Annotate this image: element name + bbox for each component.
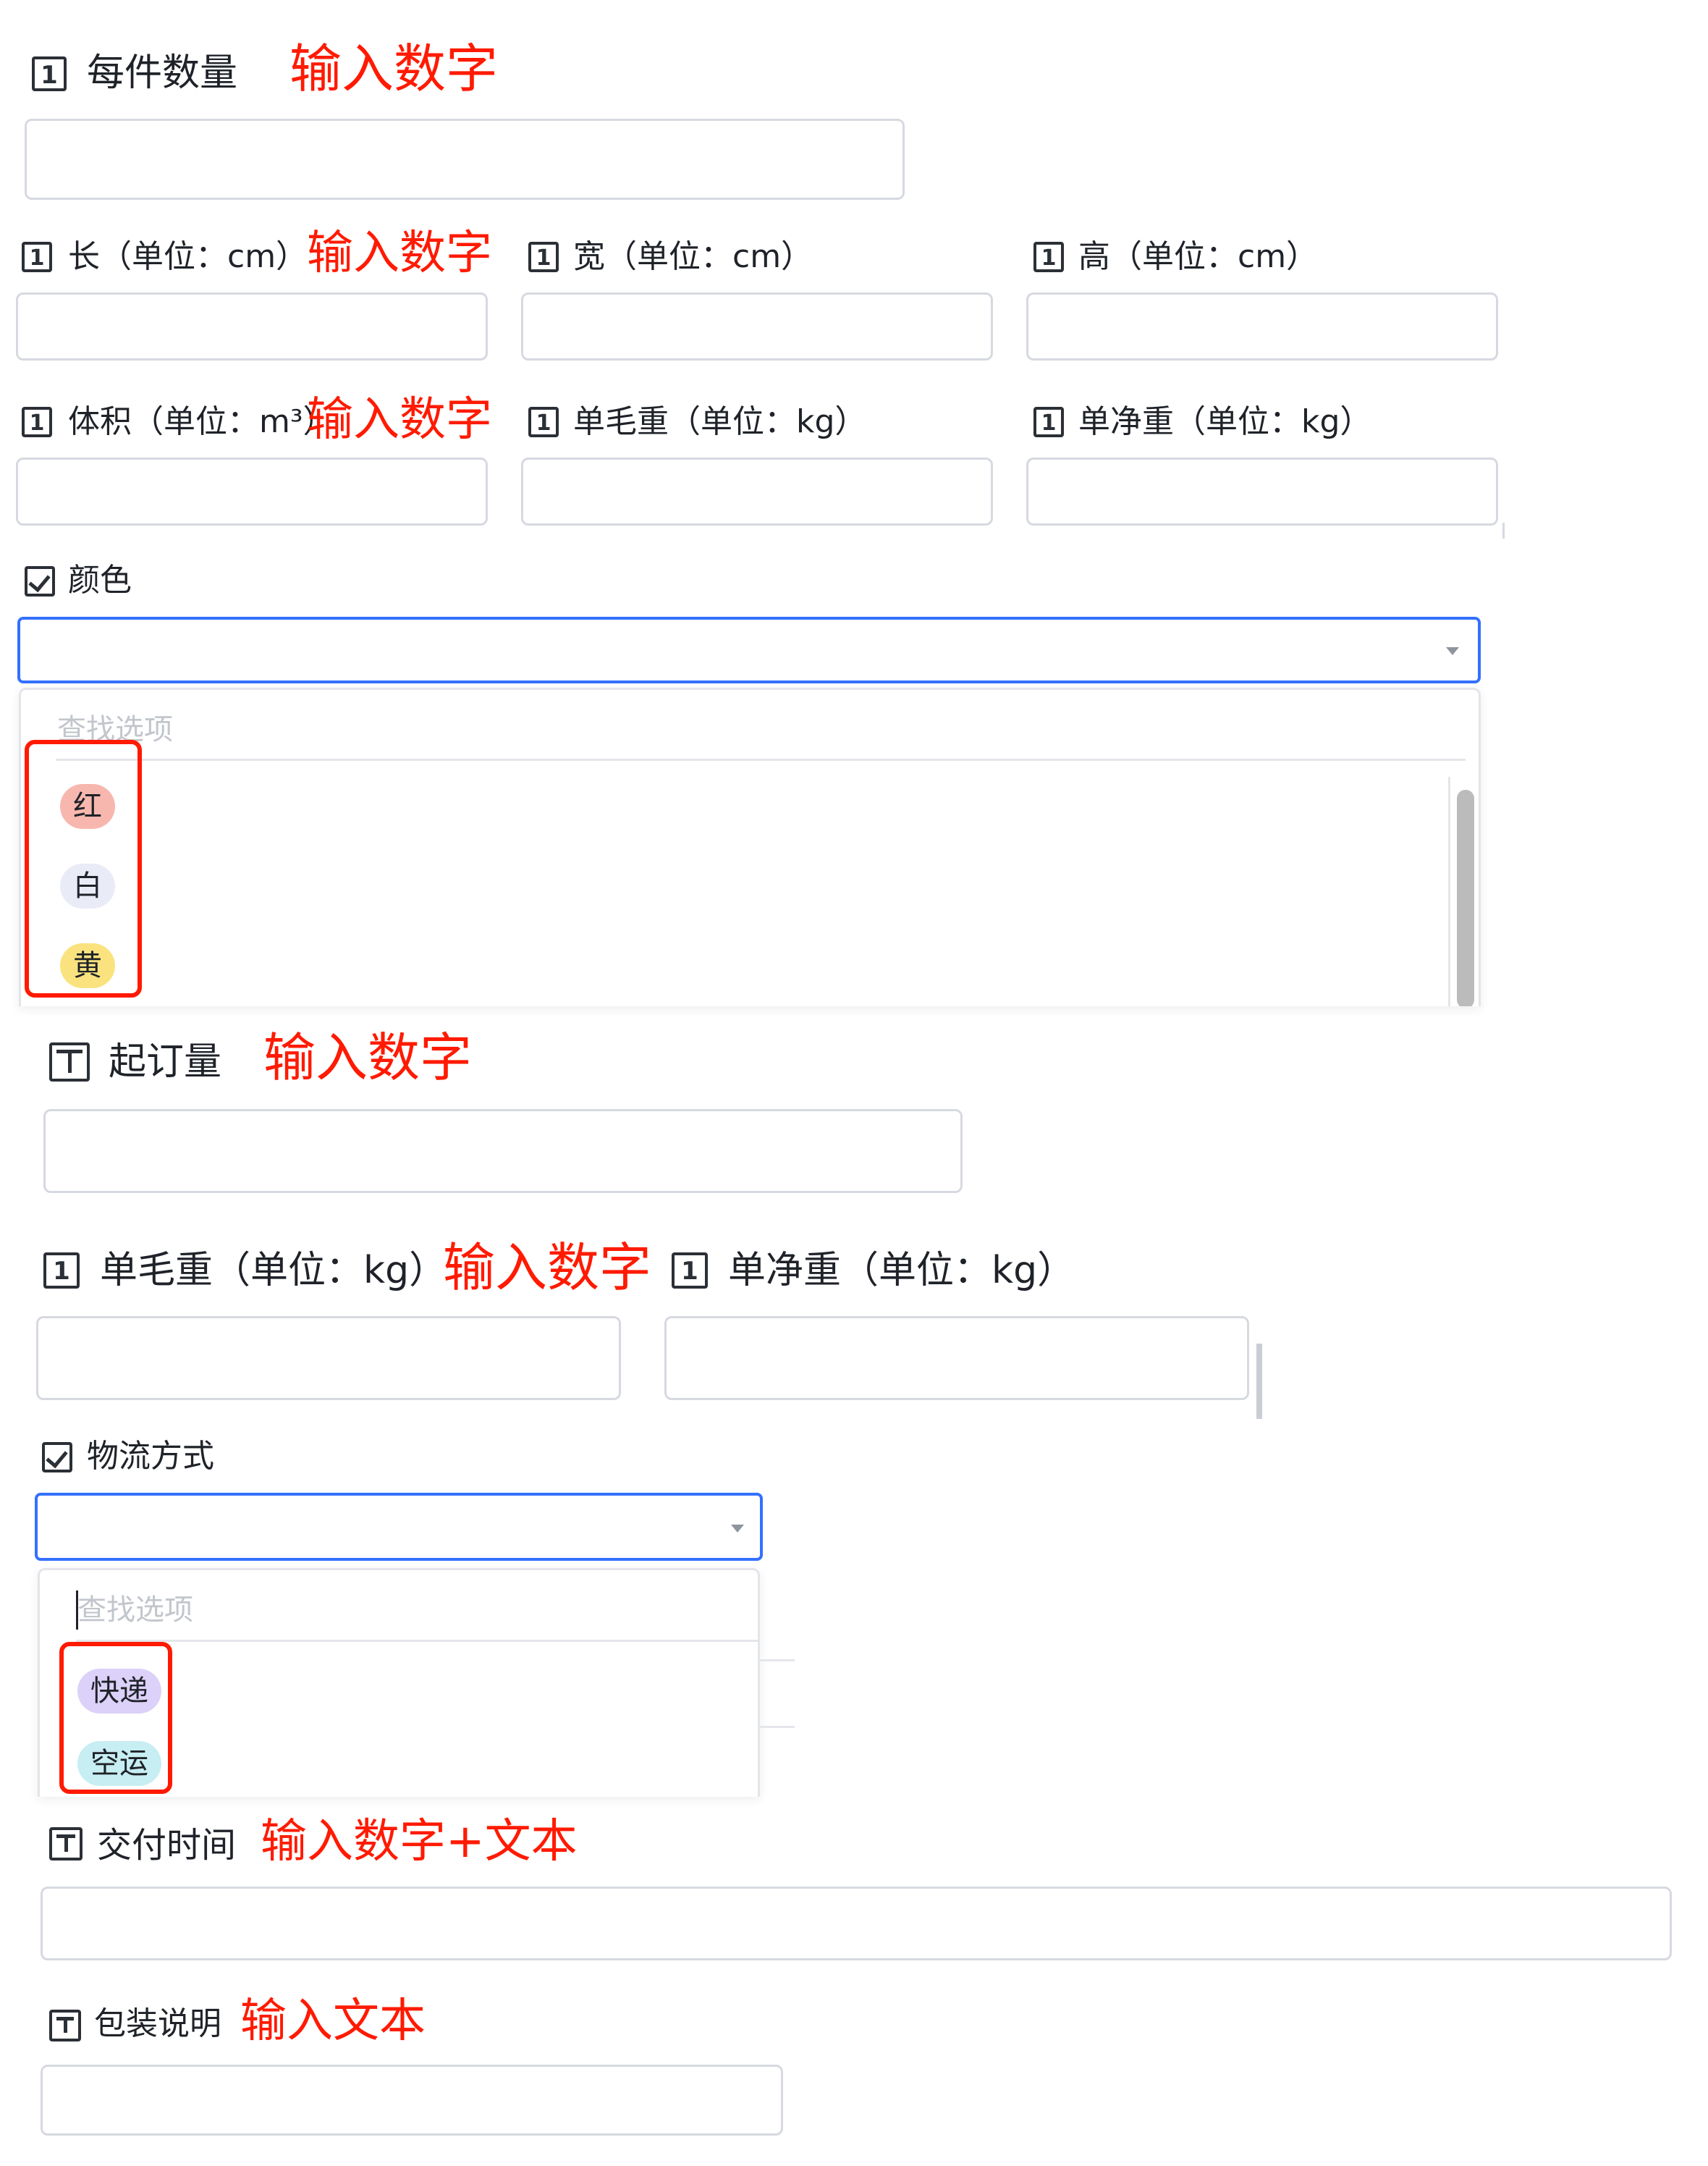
text-icon bbox=[49, 1042, 90, 1082]
field-label-length: 长（单位：cm） bbox=[68, 238, 308, 275]
number-icon: 1 bbox=[672, 1252, 708, 1289]
net-weight-input[interactable] bbox=[1026, 458, 1498, 526]
number-icon: 1 bbox=[22, 242, 52, 272]
width-input[interactable] bbox=[521, 292, 993, 361]
divider bbox=[1502, 523, 1505, 539]
field-label-logistics: 物流方式 bbox=[87, 1438, 214, 1475]
checkbox-icon bbox=[42, 1442, 72, 1472]
number-icon: 1 bbox=[1033, 242, 1064, 272]
gross-weight-input[interactable] bbox=[36, 1316, 621, 1400]
annotation-input-number: 输入数字 bbox=[289, 38, 499, 99]
field-label-gross-weight: 单毛重（单位：kg） bbox=[573, 403, 867, 440]
field-label-net-weight: 单净重（单位：kg） bbox=[1078, 403, 1372, 440]
divider bbox=[76, 1640, 758, 1642]
number-icon: 1 bbox=[43, 1252, 80, 1289]
annotation-input-number: 输入数字 bbox=[263, 1027, 473, 1088]
field-label-color: 颜色 bbox=[68, 562, 132, 599]
field-label-volume: 体积（单位：m³） bbox=[68, 403, 335, 440]
chevron-down-icon bbox=[731, 1525, 744, 1533]
net-weight-input[interactable] bbox=[664, 1316, 1249, 1400]
scrollbar-track bbox=[1448, 777, 1450, 1006]
color-dropdown-panel: 查找选项 红 白 黄 bbox=[19, 688, 1481, 1006]
annotation-input-text: 输入文本 bbox=[240, 1994, 426, 2048]
annotation-input-number-text: 输入数字+文本 bbox=[261, 1815, 578, 1868]
divider bbox=[56, 759, 1466, 761]
piece-qty-input[interactable] bbox=[25, 119, 905, 200]
field-label-delivery-time: 交付时间 bbox=[97, 1825, 237, 1866]
annotation-input-number: 输入数字 bbox=[443, 1237, 652, 1298]
scrollbar[interactable] bbox=[1457, 790, 1474, 1006]
field-label-gross-weight: 单毛重（单位：kg） bbox=[100, 1249, 447, 1292]
divider bbox=[760, 1659, 795, 1661]
delivery-time-input[interactable] bbox=[41, 1887, 1672, 1960]
number-icon: 1 bbox=[528, 407, 559, 437]
logistics-search-input[interactable]: 查找选项 bbox=[77, 1592, 193, 1628]
moq-input[interactable] bbox=[43, 1109, 963, 1193]
annotation-input-number: 输入数字 bbox=[307, 393, 492, 447]
packaging-input[interactable] bbox=[41, 2065, 783, 2136]
annotation-input-number: 输入数字 bbox=[307, 227, 492, 280]
number-icon: 1 bbox=[22, 407, 52, 437]
field-label-piece-qty: 每件数量 bbox=[87, 51, 238, 95]
field-label-width: 宽（单位：cm） bbox=[573, 238, 813, 275]
field-label-packaging: 包装说明 bbox=[94, 2005, 221, 2042]
chevron-down-icon bbox=[1446, 647, 1459, 655]
volume-input[interactable] bbox=[16, 458, 488, 526]
number-icon: 1 bbox=[32, 56, 67, 91]
text-icon bbox=[49, 1827, 83, 1861]
field-label-height: 高（单位：cm） bbox=[1078, 238, 1319, 275]
text-icon bbox=[49, 2010, 81, 2041]
number-icon: 1 bbox=[1033, 407, 1064, 437]
highlight-box bbox=[25, 740, 142, 998]
field-label-moq: 起订量 bbox=[109, 1040, 222, 1084]
highlight-box bbox=[59, 1642, 172, 1794]
length-input[interactable] bbox=[16, 292, 488, 361]
number-icon: 1 bbox=[528, 242, 559, 272]
divider bbox=[1256, 1344, 1262, 1419]
checkbox-icon bbox=[25, 566, 55, 597]
gross-weight-input[interactable] bbox=[521, 458, 993, 526]
logistics-select[interactable] bbox=[35, 1493, 763, 1561]
divider bbox=[760, 1726, 795, 1728]
height-input[interactable] bbox=[1026, 292, 1498, 361]
field-label-net-weight: 单净重（单位：kg） bbox=[728, 1249, 1075, 1292]
color-select[interactable] bbox=[17, 617, 1481, 683]
